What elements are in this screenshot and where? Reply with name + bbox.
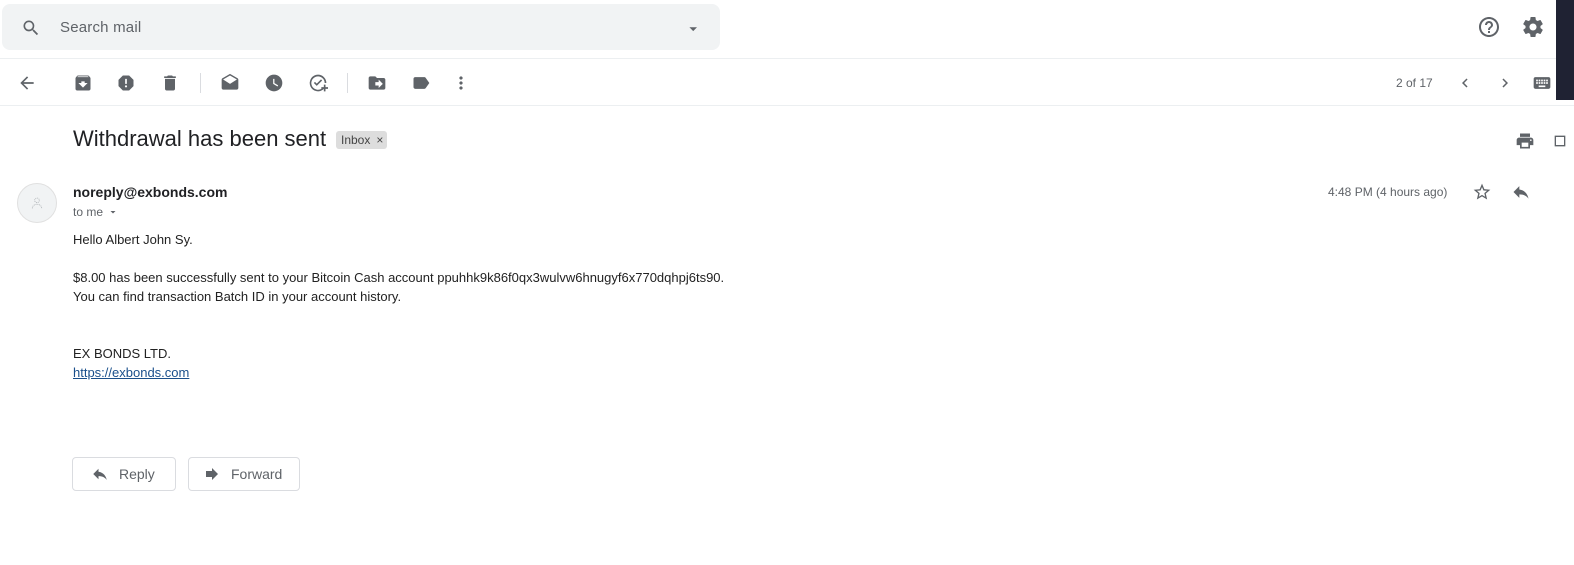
email-signature: EX BONDS LTD. <box>73 346 172 361</box>
delete-trash-icon[interactable] <box>158 71 182 95</box>
email-body-line: $8.00 has been successfully sent to your… <box>73 270 725 285</box>
pagination-count: 2 of 17 <box>1396 76 1433 90</box>
more-options-vertical-icon[interactable] <box>449 71 473 95</box>
open-in-new-window-icon[interactable] <box>1552 129 1568 153</box>
reply-arrow-icon <box>91 465 109 483</box>
search-input[interactable]: Search mail <box>60 19 141 36</box>
recipient-details-toggle[interactable]: to me <box>73 205 119 219</box>
print-icon[interactable] <box>1513 129 1537 153</box>
email-greeting: Hello Albert John Sy. <box>73 232 193 247</box>
signature-link[interactable]: https://exbonds.com <box>73 363 189 382</box>
default-person-avatar-icon <box>29 195 45 211</box>
reply-button-label: Reply <box>119 466 155 482</box>
message-timestamp: 4:48 PM (4 hours ago) <box>1328 185 1448 199</box>
keyboard-input-icon[interactable] <box>1530 71 1554 95</box>
toolbar-divider <box>200 73 201 93</box>
email-subject: Withdrawal has been sent <box>73 126 327 151</box>
help-icon[interactable] <box>1477 15 1501 39</box>
remove-label-close-icon[interactable]: × <box>376 133 383 147</box>
email-body-line: You can find transaction Batch ID in you… <box>73 289 402 304</box>
forward-button[interactable]: Forward <box>188 457 300 491</box>
label-chip-text: Inbox <box>341 133 371 147</box>
mark-unread-icon[interactable] <box>218 71 242 95</box>
back-arrow-icon[interactable] <box>15 71 39 95</box>
search-bar[interactable]: Search mail <box>2 4 720 50</box>
archive-icon[interactable] <box>71 71 95 95</box>
move-to-folder-icon[interactable] <box>365 71 389 95</box>
top-bar: Search mail <box>0 0 1574 59</box>
reply-button[interactable]: Reply <box>72 457 176 491</box>
forward-button-label: Forward <box>231 466 283 482</box>
toolbar-divider <box>347 73 348 93</box>
add-to-tasks-icon[interactable] <box>306 71 330 95</box>
message-toolbar: 2 of 17 <box>0 60 1574 106</box>
forward-arrow-icon <box>203 465 221 483</box>
settings-gear-icon[interactable] <box>1521 15 1545 39</box>
label-tag-icon[interactable] <box>409 71 433 95</box>
search-icon[interactable] <box>21 18 41 38</box>
older-chevron-right-icon[interactable] <box>1493 71 1517 95</box>
sender-email[interactable]: noreply@exbonds.com <box>73 184 227 200</box>
sender-avatar <box>17 183 57 223</box>
report-spam-icon[interactable] <box>114 71 138 95</box>
search-options-caret-icon[interactable] <box>686 22 700 36</box>
inbox-label-chip[interactable]: Inbox × <box>336 131 388 149</box>
dropdown-caret-icon[interactable] <box>107 206 119 218</box>
snooze-clock-icon[interactable] <box>262 71 286 95</box>
recipient-text: to me <box>73 205 104 219</box>
reply-arrow-icon[interactable] <box>1509 180 1533 204</box>
newer-chevron-left-icon[interactable] <box>1453 71 1477 95</box>
star-icon[interactable] <box>1470 180 1494 204</box>
